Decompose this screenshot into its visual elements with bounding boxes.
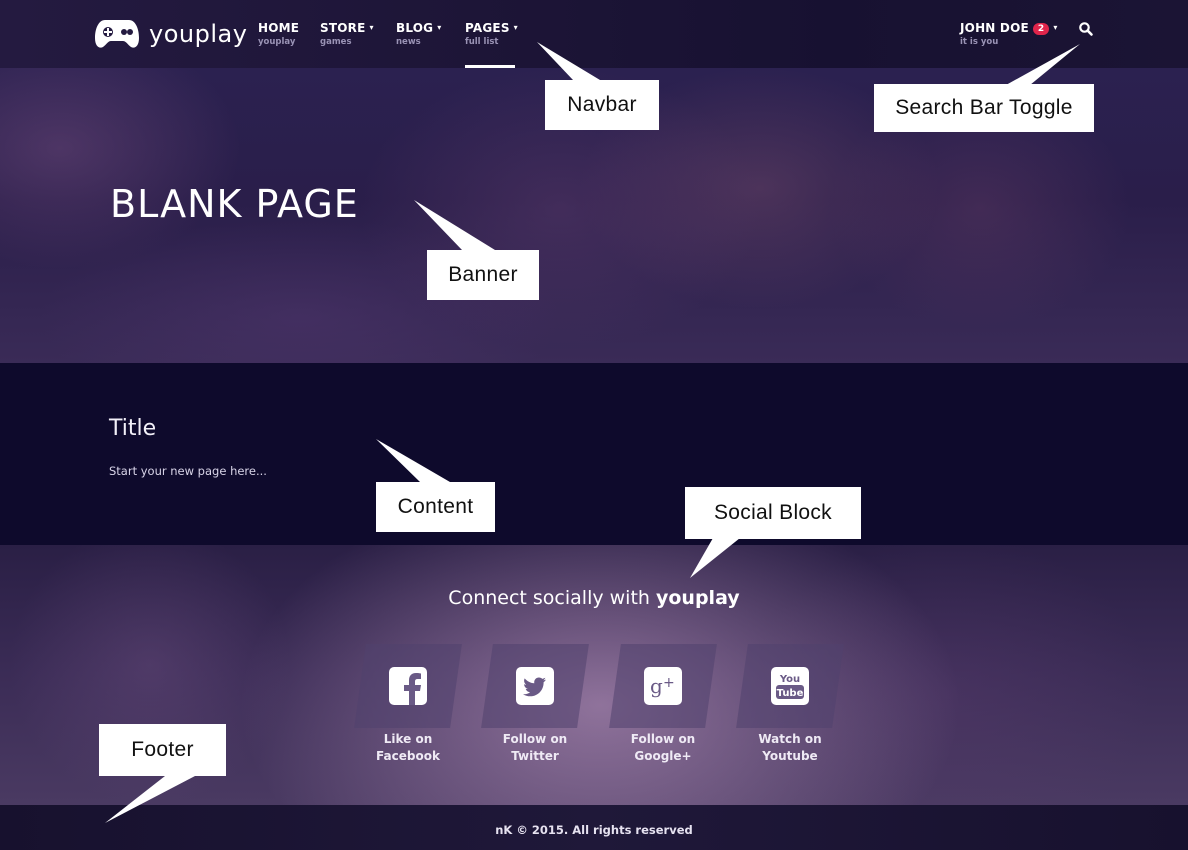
social-googleplus-line2: Google+ — [634, 749, 692, 763]
social-twitter-line2: Twitter — [511, 749, 559, 763]
social-facebook-line1: Like on — [383, 732, 433, 746]
nav-pages-label: PAGES — [465, 21, 510, 35]
social-facebook-line2: Facebook — [376, 749, 440, 763]
social-youtube-line1: Watch on — [758, 732, 822, 746]
social-googleplus-line1: Follow on — [630, 732, 696, 746]
user-menu[interactable]: JOHN DOE 2 ▾ it is you — [960, 21, 1058, 47]
nav-store[interactable]: STORE ▾ games — [320, 21, 374, 47]
social-heading-brand: youplay — [655, 587, 740, 609]
social-heading-prefix: Connect socially with — [448, 587, 656, 609]
svg-text:g: g — [650, 674, 663, 698]
content-title: Title — [109, 416, 157, 441]
content-text: Start your new page here... — [109, 464, 267, 478]
social-tile — [354, 644, 462, 728]
logo[interactable]: youplay — [95, 17, 247, 51]
gamepad-icon — [95, 20, 139, 48]
social-youtube-line2: Youtube — [762, 749, 818, 763]
active-indicator — [465, 65, 515, 68]
notification-badge: 2 — [1032, 23, 1050, 35]
callout-search-toggle: Search Bar Toggle — [874, 84, 1094, 132]
chevron-down-icon: ▾ — [513, 23, 518, 32]
google-plus-icon: g + — [644, 667, 682, 705]
social-tile — [481, 644, 589, 728]
content-section: Title Start your new page here... — [0, 363, 1188, 545]
social-tile: g + — [609, 644, 717, 728]
chevron-down-icon: ▾ — [1053, 23, 1058, 32]
youtube-icon: You Tube — [771, 667, 809, 705]
social-twitter-line1: Follow on — [502, 732, 568, 746]
page-title: BLANK PAGE — [110, 182, 359, 226]
nav-pages[interactable]: PAGES ▾ full list — [465, 21, 518, 68]
svg-text:+: + — [663, 675, 675, 691]
search-icon[interactable] — [1078, 21, 1094, 37]
callout-footer: Footer — [99, 724, 226, 776]
social-facebook-link[interactable]: Like on Facebook — [354, 644, 462, 765]
nav-home-sub: youplay — [258, 37, 296, 47]
nav-blog[interactable]: BLOG ▾ news — [396, 21, 441, 47]
chevron-down-icon: ▾ — [369, 23, 374, 32]
facebook-icon — [389, 667, 427, 705]
chevron-down-icon: ▾ — [437, 23, 442, 32]
callout-social-block: Social Block — [685, 487, 861, 539]
brand-name: youplay — [149, 20, 248, 48]
social-tile: You Tube — [736, 644, 844, 728]
nav-store-label: STORE — [320, 21, 366, 35]
svg-text:You: You — [779, 674, 800, 685]
nav-home-label: HOME — [258, 21, 300, 35]
twitter-icon — [516, 667, 554, 705]
user-name: JOHN DOE — [960, 21, 1029, 35]
nav-home[interactable]: HOME youplay — [258, 21, 299, 47]
nav-blog-label: BLOG — [396, 21, 434, 35]
copyright-text: © 2015. All rights reserved — [512, 823, 693, 837]
callout-banner: Banner — [427, 250, 539, 300]
copyright: nK © 2015. All rights reserved — [0, 823, 1188, 837]
nav-pages-sub: full list — [465, 37, 499, 47]
navbar: youplay HOME youplay STORE ▾ games BLOG ▾ … — [0, 0, 1188, 68]
nav-blog-sub: news — [396, 37, 421, 47]
svg-text:Tube: Tube — [777, 688, 804, 699]
footer-brand: nK — [495, 823, 513, 837]
social-youtube-link[interactable]: You Tube Watch on Youtube — [736, 644, 844, 765]
callout-content: Content — [376, 482, 495, 532]
callout-navbar: Navbar — [545, 80, 659, 130]
user-sub: it is you — [960, 37, 999, 47]
social-heading: Connect socially with youplay — [0, 587, 1188, 609]
footer: nK © 2015. All rights reserved — [0, 805, 1188, 850]
social-googleplus-link[interactable]: g + Follow on Google+ — [609, 644, 717, 765]
nav-store-sub: games — [320, 37, 352, 47]
social-twitter-link[interactable]: Follow on Twitter — [481, 644, 589, 765]
